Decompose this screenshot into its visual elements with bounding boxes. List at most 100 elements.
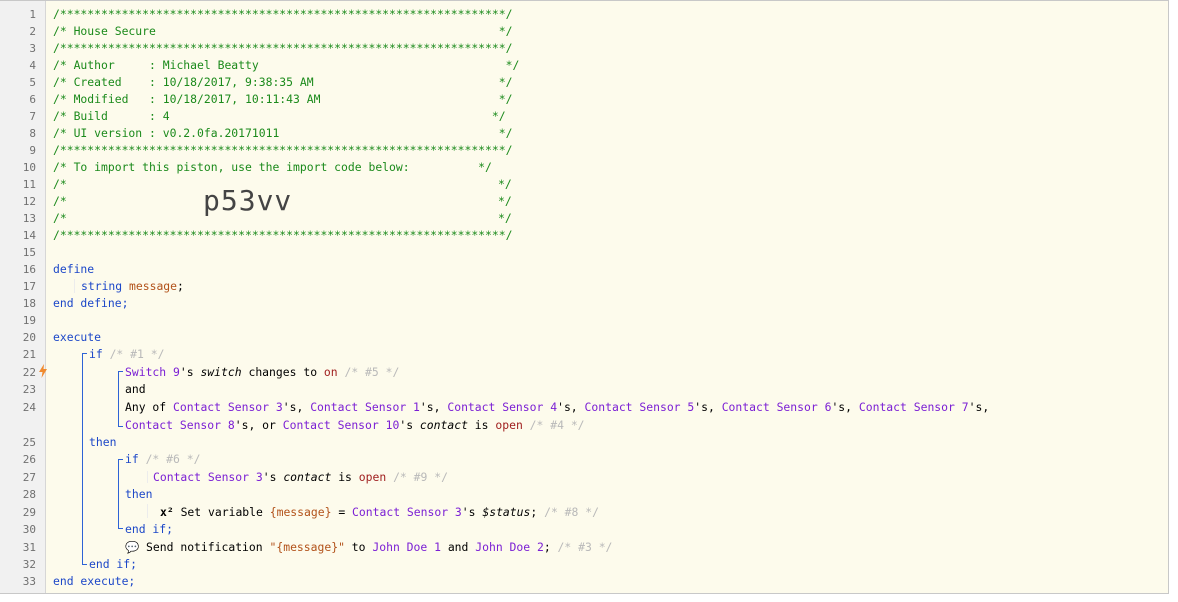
to-label: to [351, 540, 366, 554]
send-notification-statement[interactable]: 💬 Send notification "{message}" to John … [125, 539, 612, 556]
and-label: and [447, 540, 469, 554]
statement-id: /* #8 */ [544, 505, 599, 519]
statement-id: /* #6 */ [145, 452, 201, 466]
line-number: 12 [22, 195, 36, 208]
end-execute-keyword: end execute; [53, 574, 136, 588]
if-keyword: if [125, 452, 139, 466]
block-guide-inner-if [118, 459, 119, 528]
block-guide-stub [118, 528, 123, 529]
line-number: 1 [29, 8, 36, 21]
possessive: 's [461, 505, 476, 519]
speech-bubble-icon: 💬 [125, 540, 140, 554]
block-guide-stub [82, 564, 87, 565]
blank-comment-right: */ [498, 211, 512, 225]
line-number: 21 [22, 348, 36, 361]
type-keyword: string [81, 279, 123, 293]
end-define-keyword: end define; [53, 296, 129, 310]
separator: 's, [282, 400, 304, 414]
lightning-icon [39, 364, 47, 378]
created-line: /* Created : 10/18/2017, 9:38:35 AM */ [53, 75, 513, 89]
line-number: 29 [22, 506, 36, 519]
line-number: 4 [29, 59, 36, 72]
device-contact-sensor-1: Contact Sensor 1 [310, 400, 420, 414]
any-of: Any of [125, 400, 167, 414]
value-on: on [323, 365, 338, 379]
device-contact-sensor-3: Contact Sensor 3 [352, 505, 462, 519]
indent-guide [147, 504, 148, 518]
line-number: 7 [29, 110, 36, 123]
device-contact-sensor-7: Contact Sensor 7 [858, 400, 969, 414]
operator-is: is [338, 470, 352, 484]
condition-contact-sensors-cont[interactable]: Contact Sensor 8's, or Contact Sensor 10… [125, 417, 585, 434]
statement-id: /* #9 */ [393, 470, 448, 484]
if-statement[interactable]: if /* #1 */ [89, 346, 164, 363]
line-number: 9 [29, 144, 36, 157]
statement-id: /* #5 */ [344, 365, 400, 379]
semicolon: ; [177, 279, 184, 293]
piston-code-view: 1 2 3 4 5 6 7 8 9 10 11 12 13 14 15 16 17 18 19 20 21 22 23 24 2… [0, 0, 1169, 594]
line-number: 25 [22, 436, 36, 449]
set-variable-statement[interactable]: x² Set variable {message} = Contact Sens… [160, 504, 599, 521]
define-keyword: define [53, 262, 95, 276]
line-number: 30 [22, 523, 36, 536]
blank-comment-right: */ [498, 177, 512, 191]
separator: 's, [831, 400, 853, 414]
x-squared-icon: x² [160, 505, 174, 519]
device-contact-sensor-3: Contact Sensor 3 [173, 400, 283, 414]
value-open: open [358, 470, 387, 484]
condition-contact-sensors[interactable]: Any of Contact Sensor 3's, Contact Senso… [125, 399, 989, 416]
line-number: 28 [22, 488, 36, 501]
line-number: 13 [22, 212, 36, 225]
block-guide-stub [118, 426, 123, 427]
semicolon: ; [543, 540, 551, 554]
line-number: 5 [29, 76, 36, 89]
possessive: 's [399, 418, 414, 432]
device-contact-sensor-8: Contact Sensor 8 [125, 418, 235, 432]
send-notification-label: Send notification [146, 540, 263, 554]
possessive: 's [179, 365, 194, 379]
line-number: 31 [22, 541, 36, 554]
blank-comment-left: /* [53, 194, 67, 208]
line-number-gutter: 1 2 3 4 5 6 7 8 9 10 11 12 13 14 15 16 17 18 19 20 21 22 23 24 2… [0, 1, 46, 593]
piston-title: /* House Secure */ [53, 24, 513, 38]
attribute-contact: contact [283, 470, 332, 484]
separator: 's, [968, 400, 990, 414]
line-number: 22 [22, 366, 36, 379]
indent-guide [74, 279, 75, 293]
import-code[interactable]: p53vv [203, 184, 292, 217]
semicolon: ; [530, 505, 538, 519]
statement-id: /* #1 */ [109, 347, 165, 361]
execute-keyword: execute [53, 330, 102, 344]
author-line: /* Author : Michael Beatty */ [53, 58, 520, 72]
device-contact-sensor-3: Contact Sensor 3 [153, 470, 263, 484]
device-contact-sensor-4: Contact Sensor 4 [447, 400, 558, 414]
device-contact-sensor-5: Contact Sensor 5 [584, 400, 695, 414]
block-guide-outer-if [82, 353, 83, 564]
line-number: 33 [22, 575, 36, 588]
then-keyword: then [89, 435, 117, 449]
line-number: 20 [22, 331, 36, 344]
device-switch-9: Switch 9 [125, 365, 180, 379]
ui-version-line: /* UI version : v0.2.0fa.20171011 */ [53, 126, 513, 140]
condition-contact-sensor-3[interactable]: Contact Sensor 3's contact is open /* #9… [153, 469, 448, 486]
header-border: /***************************************… [53, 41, 513, 55]
line-number: 17 [22, 280, 36, 293]
end-if-keyword: end if; [89, 557, 138, 571]
condition-switch[interactable]: Switch 9's switch changes to on /* #5 */ [125, 364, 399, 381]
if-keyword: if [89, 347, 103, 361]
modified-line: /* Modified : 10/18/2017, 10:11:43 AM */ [53, 92, 513, 106]
then-keyword: then [125, 487, 153, 501]
logical-and[interactable]: and [125, 381, 146, 398]
line-number: 27 [22, 471, 36, 484]
header-border: /***************************************… [53, 7, 513, 21]
possessive: 's [262, 470, 277, 484]
block-guide-stub [82, 353, 87, 354]
line-number: 2 [29, 25, 36, 38]
line-number: 3 [29, 42, 36, 55]
variable-declaration[interactable]: string message; [81, 278, 184, 295]
line-number: 32 [22, 558, 36, 571]
device-contact-sensor-10: Contact Sensor 10 [282, 418, 400, 432]
attribute-status: $status [482, 505, 531, 519]
if-statement-inner[interactable]: if /* #6 */ [125, 451, 200, 468]
variable-ref-message: {message} [269, 505, 332, 519]
